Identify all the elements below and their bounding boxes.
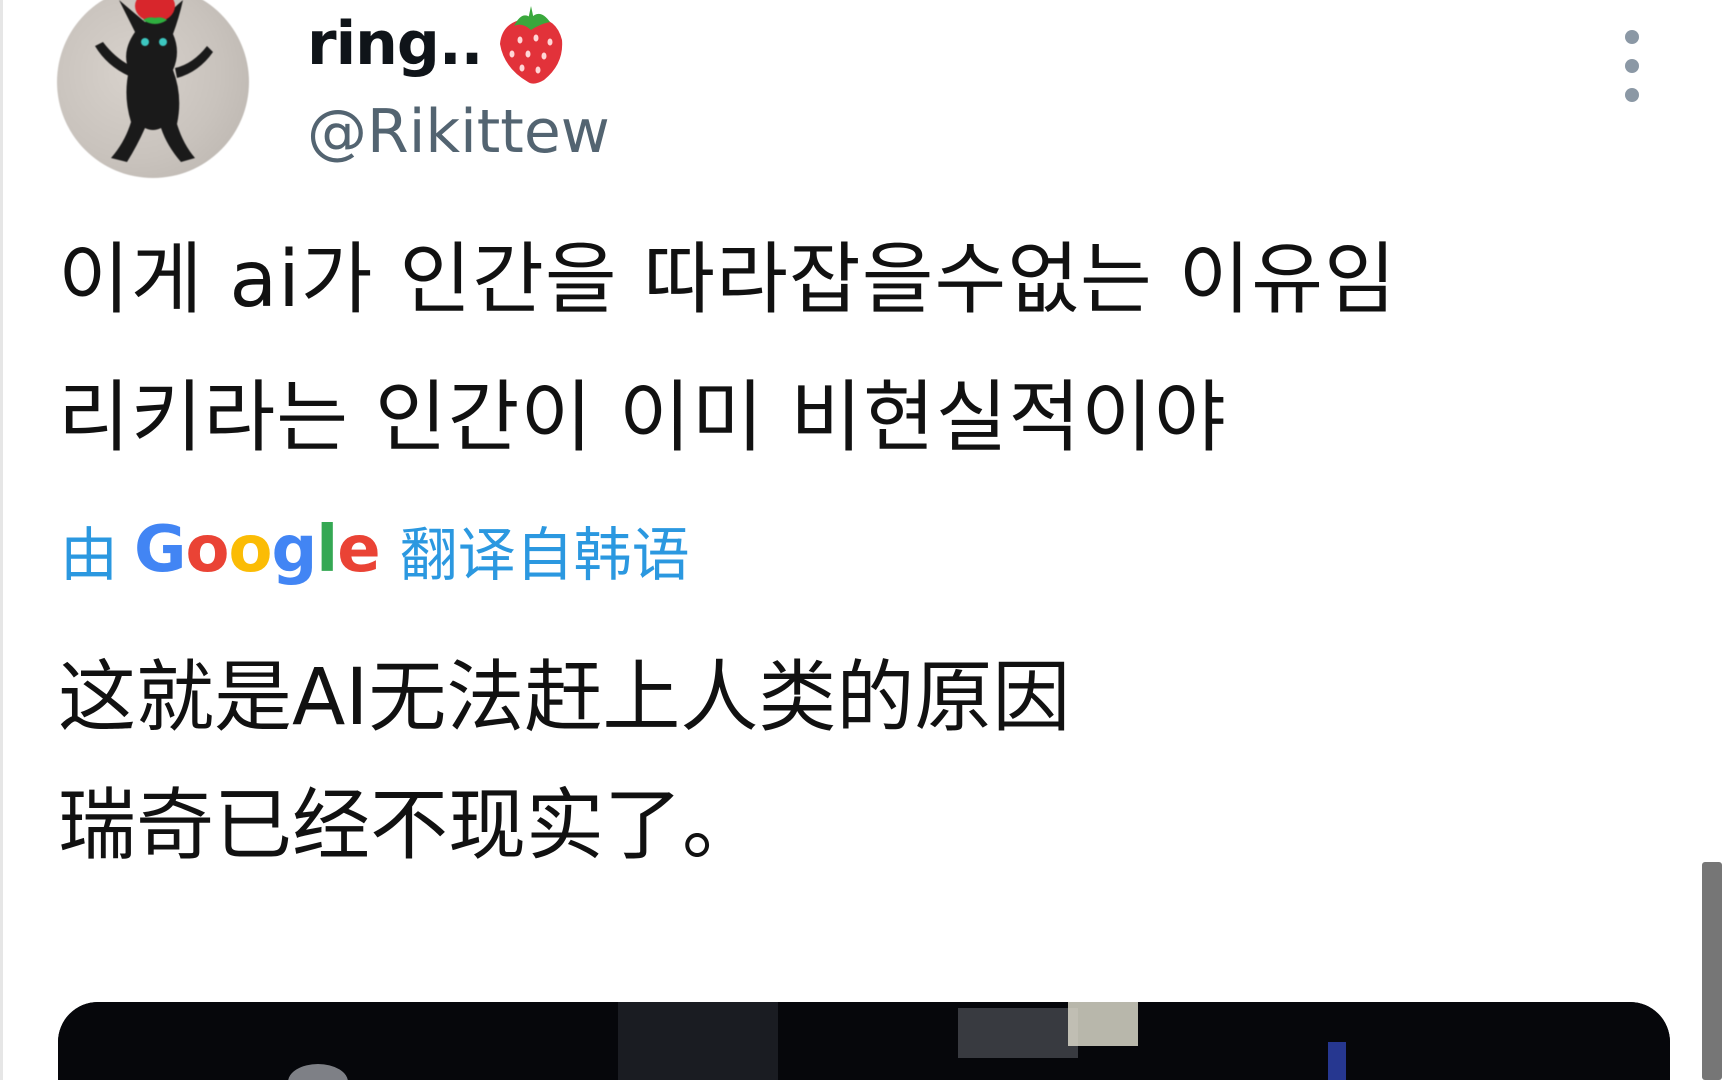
tweet-media[interactable] — [58, 1002, 1670, 1080]
vertical-ellipsis-icon-dot — [1625, 88, 1639, 102]
strawberry-icon — [500, 6, 563, 84]
translation-prefix: 由 — [60, 521, 119, 589]
tweet-text-line: 이게 ai가 인간을 따라잡을수없는 이유임 — [58, 235, 1397, 325]
vertical-ellipsis-icon — [1625, 30, 1639, 44]
media-image — [58, 1002, 1670, 1080]
avatar[interactable] — [57, 0, 249, 178]
tweet-text-line: 리키라는 인간이 이미 비현실적이야 — [58, 373, 1227, 463]
google-logo-letter: G — [134, 513, 187, 587]
translated-by-google-link[interactable]: 由 Google 翻译自韩语 — [60, 510, 690, 590]
google-logo-letter: o — [185, 513, 230, 587]
translation-suffix: 翻译自韩语 — [399, 521, 690, 589]
user-handle[interactable]: @Rikittew — [307, 92, 610, 172]
google-logo-letter: l — [316, 513, 338, 587]
google-logo-letter: g — [271, 513, 317, 587]
tweet-page: ring.. @Rikittew 이게 ai가 인간을 따라잡을수없는 이유임 … — [0, 0, 1728, 1080]
google-logo-letter: e — [337, 513, 380, 587]
google-logo: Google — [134, 513, 381, 587]
window-edge — [0, 0, 3, 1080]
scrollbar-thumb[interactable] — [1702, 862, 1722, 1080]
display-name[interactable]: ring.. — [307, 4, 483, 84]
google-logo-letter: o — [228, 513, 273, 587]
translated-text-line: 瑞奇已经不现实了。 — [58, 781, 761, 871]
vertical-ellipsis-icon-dot — [1625, 59, 1639, 73]
translated-text-line: 这就是AI无法赶上人类的原因 — [58, 653, 1071, 743]
avatar-image — [95, 0, 213, 162]
more-options-button[interactable] — [1610, 28, 1654, 104]
